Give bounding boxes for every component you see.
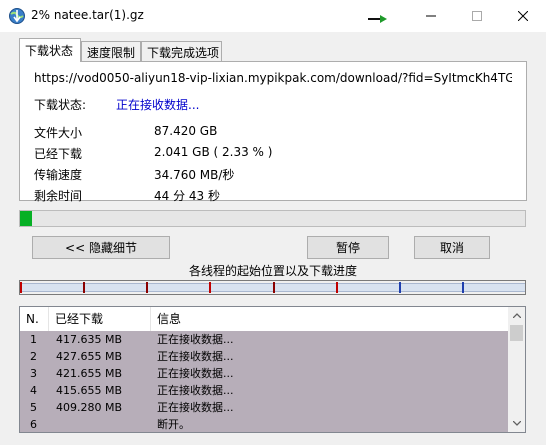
window-title: 2% natee.tar(1).gz <box>31 8 144 22</box>
hide-details-button[interactable]: << 隐藏细节 <box>32 236 170 259</box>
minimize-icon <box>426 15 436 17</box>
cell-downloaded: 427.655 MB <box>56 350 123 363</box>
thread-marker <box>209 282 211 293</box>
thread-marker <box>273 282 275 293</box>
cell-info: 正在接收数据... <box>157 350 234 363</box>
status-panel: https://vod0050-aliyun18-vip-lixian.mypi… <box>19 61 527 203</box>
table-row[interactable]: 3 421.655 MB 正在接收数据... <box>20 365 508 382</box>
tab-label: 速度限制 <box>87 46 136 60</box>
downloaded-label: 已经下载 <box>34 147 83 161</box>
title-bar: 2% natee.tar(1).gz <box>0 0 546 32</box>
tab-label: 下载状态 <box>25 44 74 58</box>
tab-completion-options[interactable]: 下载完成选项 <box>141 41 222 61</box>
transfer-speed-value: 34.760 MB/秒 <box>154 168 235 182</box>
maximize-button[interactable] <box>454 0 500 32</box>
close-button[interactable] <box>500 0 546 32</box>
scroll-up-button[interactable] <box>508 307 525 324</box>
column-header-downloaded[interactable]: 已经下载 <box>49 307 151 331</box>
table-row[interactable]: 1 417.635 MB 正在接收数据... <box>20 331 508 348</box>
download-globe-icon <box>9 8 25 24</box>
pause-button[interactable]: 暂停 <box>307 236 389 259</box>
thread-positions-bar <box>19 280 526 295</box>
thread-marker <box>462 282 464 293</box>
thread-marker <box>20 282 22 293</box>
chevron-down-icon <box>512 421 521 426</box>
table-row[interactable]: 5 409.280 MB 正在接收数据... <box>20 399 508 416</box>
table-header: N. 已经下载 信息 <box>20 307 508 331</box>
cell-info: 正在接收数据... <box>157 384 234 397</box>
chevron-up-icon <box>512 313 521 318</box>
download-url: https://vod0050-aliyun18-vip-lixian.mypi… <box>34 71 512 85</box>
cancel-button[interactable]: 取消 <box>414 236 490 259</box>
cell-n: 3 <box>30 367 37 380</box>
cell-downloaded: 415.655 MB <box>56 384 123 397</box>
cell-info: 正在接收数据... <box>157 333 234 346</box>
connections-table: N. 已经下载 信息 1 417.635 MB 正在接收数据... 2 427.… <box>19 306 526 433</box>
table-row[interactable]: 6 断开。 <box>20 416 508 432</box>
cell-info: 正在接收数据... <box>157 367 234 380</box>
green-arrow-icon <box>368 15 387 23</box>
thread-marker <box>146 282 148 293</box>
scroll-thumb[interactable] <box>510 325 523 341</box>
close-icon <box>518 11 528 21</box>
cell-info: 断开。 <box>157 418 190 431</box>
downloaded-value: 2.041 GB ( 2.33 % ) <box>154 145 273 159</box>
maximize-icon <box>472 11 482 21</box>
table-row[interactable]: 2 427.655 MB 正在接收数据... <box>20 348 508 365</box>
cell-downloaded: 417.635 MB <box>56 333 123 346</box>
time-left-label: 剩余时间 <box>34 189 83 203</box>
cell-n: 2 <box>30 350 37 363</box>
download-progress-bar <box>19 210 526 227</box>
cell-n: 5 <box>30 401 37 414</box>
time-left-value: 44 分 43 秒 <box>154 189 220 203</box>
cell-n: 6 <box>30 418 37 431</box>
minimize-button[interactable] <box>408 0 454 32</box>
tab-speed-limit[interactable]: 速度限制 <box>81 41 141 61</box>
scroll-down-button[interactable] <box>508 415 525 432</box>
thread-marker <box>83 282 85 293</box>
cell-info: 正在接收数据... <box>157 401 234 414</box>
file-size-value: 87.420 GB <box>154 124 218 138</box>
file-size-label: 文件大小 <box>34 126 83 140</box>
cell-n: 4 <box>30 384 37 397</box>
thread-marker <box>399 282 401 293</box>
threads-caption: 各线程的起始位置以及下载进度 <box>188 264 357 278</box>
cell-downloaded: 409.280 MB <box>56 401 123 414</box>
vertical-scrollbar[interactable] <box>508 307 525 432</box>
status-value: 正在接收数据... <box>116 98 200 112</box>
transfer-speed-label: 传输速度 <box>34 168 83 182</box>
column-header-n[interactable]: N. <box>20 307 49 331</box>
cell-n: 1 <box>30 333 37 346</box>
tab-download-status[interactable]: 下载状态 <box>19 38 81 62</box>
table-row[interactable]: 4 415.655 MB 正在接收数据... <box>20 382 508 399</box>
cell-downloaded: 421.655 MB <box>56 367 123 380</box>
tab-label: 下载完成选项 <box>147 46 220 60</box>
status-label: 下载状态: <box>34 98 87 112</box>
progress-fill <box>20 211 32 226</box>
table-body: 1 417.635 MB 正在接收数据... 2 427.655 MB 正在接收… <box>20 331 508 432</box>
thread-marker <box>336 282 338 293</box>
column-header-info[interactable]: 信息 <box>151 307 508 331</box>
